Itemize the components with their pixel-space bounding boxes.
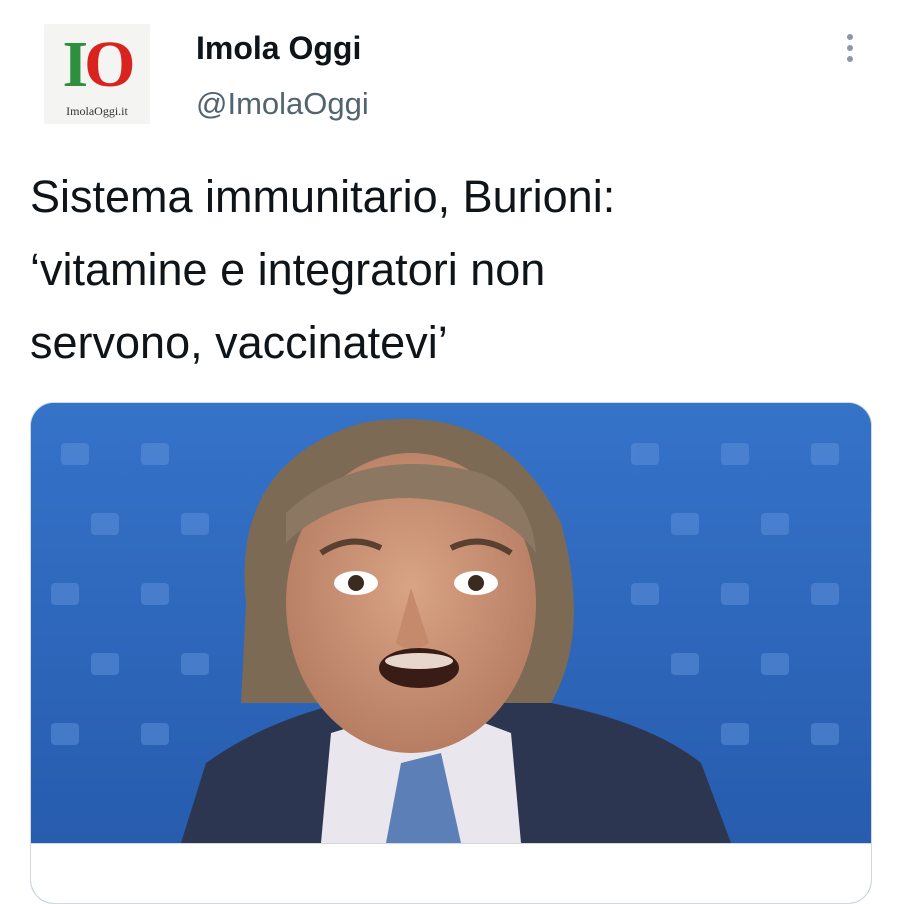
logo-letter-i: I — [62, 28, 88, 101]
logo-mark: IO — [44, 32, 150, 98]
tweet-text-line: servono, vaccinatevi’ — [30, 317, 448, 368]
avatar-caption: ImolaOggi.it — [66, 104, 128, 118]
tweet-text: Sistema immunitario, Burioni: ‘vitamine … — [30, 160, 850, 379]
display-name[interactable]: Imola Oggi — [196, 30, 361, 67]
tweet-text-line: ‘vitamine e integratori non — [30, 244, 546, 295]
more-vertical-icon-dot — [847, 45, 853, 51]
user-handle[interactable]: @ImolaOggi — [196, 86, 369, 122]
media-photo[interactable] — [31, 403, 871, 843]
logo-letter-o: O — [84, 28, 135, 101]
tweet: IO ImolaOggi.it Imola Oggi @ImolaOggi Si… — [0, 0, 900, 904]
more-options-button[interactable] — [832, 30, 868, 66]
avatar[interactable]: IO ImolaOggi.it — [44, 24, 150, 124]
more-vertical-icon-dot — [847, 56, 853, 62]
media-card[interactable] — [30, 402, 872, 904]
media-card-footer — [31, 843, 871, 903]
more-vertical-icon — [847, 34, 853, 40]
tweet-text-line: Sistema immunitario, Burioni: — [30, 171, 616, 222]
